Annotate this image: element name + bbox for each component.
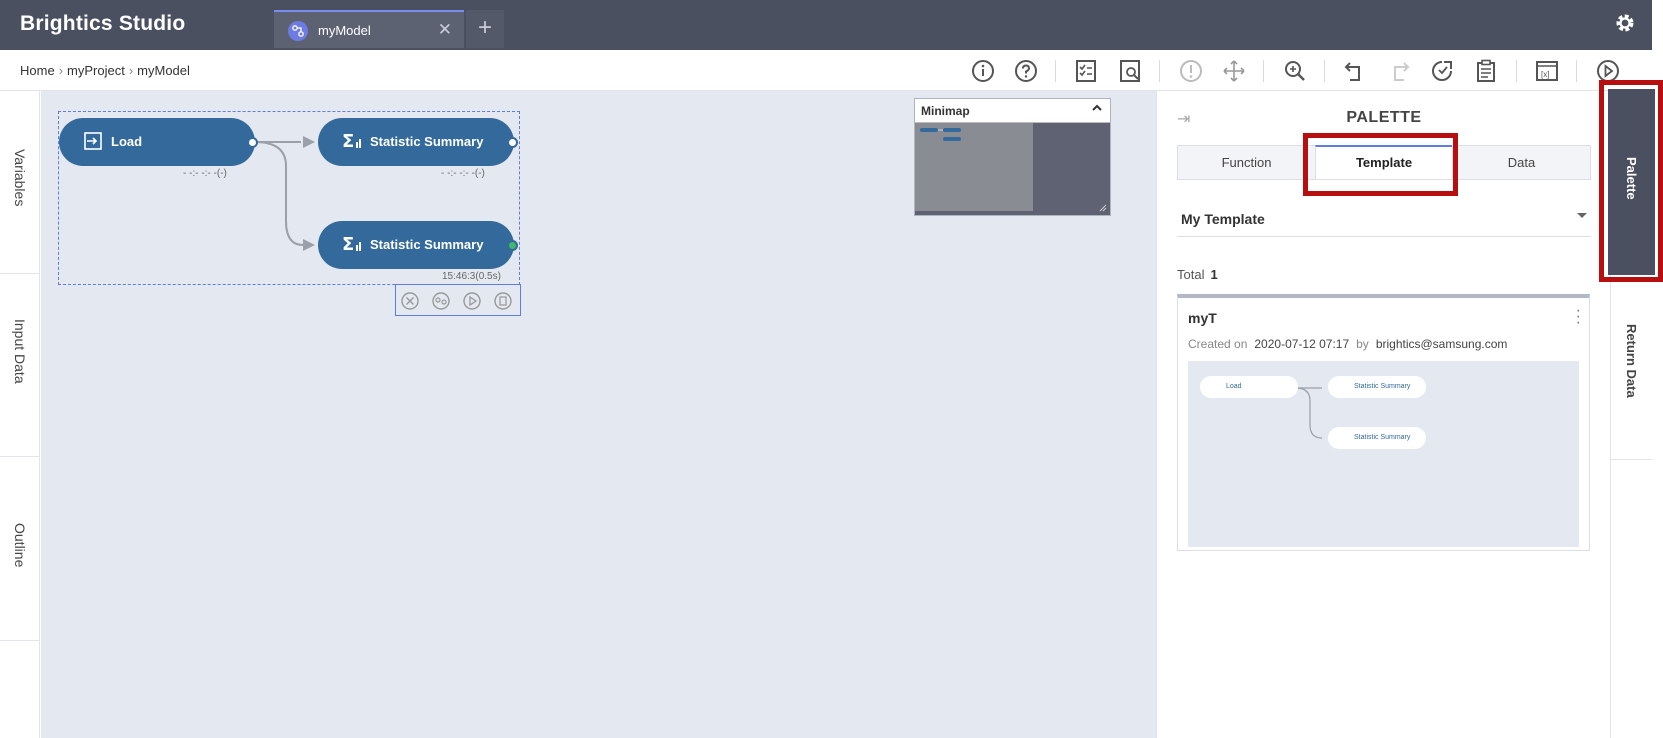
node-status: - -:- -:- -(-) xyxy=(183,168,227,179)
variables-window-icon[interactable]: [x] xyxy=(1534,58,1560,84)
delete-icon[interactable] xyxy=(493,291,513,311)
move-icon[interactable] xyxy=(1221,58,1247,84)
link-icon[interactable] xyxy=(431,291,451,311)
preview-node-statistic-summary: Statistic Summary xyxy=(1328,376,1426,398)
clipboard-icon[interactable] xyxy=(1473,58,1499,84)
close-icon[interactable]: ✕ xyxy=(438,20,452,40)
validate-icon[interactable] xyxy=(1178,58,1204,84)
breadcrumb-home[interactable]: Home xyxy=(20,63,55,78)
minimap-viewport[interactable] xyxy=(915,123,1033,211)
preview-node-statistic-summary: Statistic Summary xyxy=(1328,427,1426,449)
sigma-icon: Σ xyxy=(342,234,361,254)
minimap[interactable]: Minimap xyxy=(914,98,1111,216)
node-statistic-summary[interactable]: Σ Statistic Summary xyxy=(318,118,518,166)
palette-title: PALETTE xyxy=(1346,109,1422,126)
dropdown-value: My Template xyxy=(1181,211,1265,227)
chevron-up-icon[interactable] xyxy=(1090,101,1104,120)
output-port-success[interactable] xyxy=(507,240,518,251)
resize-handle-icon[interactable] xyxy=(1099,204,1107,212)
highlight-box xyxy=(1303,133,1458,196)
model-icon xyxy=(288,21,308,41)
node-label: Load xyxy=(111,134,143,149)
output-port[interactable] xyxy=(247,137,258,148)
chevron-down-icon xyxy=(1577,213,1587,218)
highlight-box xyxy=(1599,80,1663,282)
undo-icon[interactable] xyxy=(1342,58,1368,84)
breadcrumb-project[interactable]: myProject xyxy=(67,63,125,78)
load-icon xyxy=(84,132,102,150)
breadcrumb-model: myModel xyxy=(137,63,190,78)
app-logo: Brightics Studio xyxy=(20,12,186,35)
sigma-icon: Σ xyxy=(342,131,361,151)
zoom-icon[interactable] xyxy=(1282,58,1308,84)
minimap-title: Minimap xyxy=(921,104,970,118)
svg-text:[x]: [x] xyxy=(1541,70,1549,79)
top-bar: Brightics Studio myModel ✕ + xyxy=(0,0,1652,50)
tab-return-data[interactable]: Return Data xyxy=(1610,280,1652,460)
template-card[interactable]: myT · · · Created on 2020-07-12 07:17 by brig… xyxy=(1177,294,1590,551)
minimap-header: Minimap xyxy=(915,99,1110,123)
tab-outline[interactable]: Outline xyxy=(0,457,40,641)
template-meta: Created on 2020-07-12 07:17 by brightics@sa… xyxy=(1188,337,1508,351)
node-run-time: 15:46:3(0.5s) xyxy=(442,271,501,282)
add-tab-button[interactable]: + xyxy=(466,10,504,48)
model-canvas[interactable]: Load - -:- -:- -(-) Σ Statistic Summary … xyxy=(41,91,1156,738)
created-date: 2020-07-12 07:17 xyxy=(1254,337,1350,351)
node-label: Statistic Summary xyxy=(370,134,484,149)
tab-mymodel[interactable]: myModel ✕ xyxy=(274,10,464,48)
tab-function[interactable]: Function xyxy=(1177,145,1316,180)
output-port[interactable] xyxy=(507,137,518,148)
checklist-icon[interactable] xyxy=(1073,58,1099,84)
author: brightics@samsung.com xyxy=(1375,337,1508,351)
node-statistic-summary[interactable]: Σ Statistic Summary xyxy=(318,221,518,269)
svg-text:Σ: Σ xyxy=(342,234,354,254)
help-icon[interactable] xyxy=(1013,58,1039,84)
play-icon[interactable] xyxy=(462,291,482,311)
stop-icon[interactable] xyxy=(400,291,420,311)
palette-panel: ⇥ PALETTE Function Template Data My Temp… xyxy=(1156,91,1610,738)
tab-variables[interactable]: Variables xyxy=(0,91,40,274)
redo-icon[interactable] xyxy=(1386,58,1412,84)
gear-icon[interactable] xyxy=(1612,10,1638,41)
run-history-icon[interactable] xyxy=(1429,58,1455,84)
template-preview: Load Statistic Summary Statistic Summary xyxy=(1188,361,1579,547)
node-status: - -:- -:- -(-) xyxy=(441,168,485,179)
node-action-bar xyxy=(395,284,521,316)
node-load[interactable]: Load xyxy=(59,118,258,166)
left-side-panel: Variables Input Data Outline xyxy=(0,91,40,738)
template-name: myT xyxy=(1188,310,1217,326)
node-label: Statistic Summary xyxy=(370,237,484,252)
svg-text:Σ: Σ xyxy=(342,131,354,151)
template-dropdown[interactable]: My Template xyxy=(1177,199,1591,237)
tab-data[interactable]: Data xyxy=(1452,145,1591,180)
total-count: Total 1 xyxy=(1177,267,1218,282)
tab-label: myModel xyxy=(318,23,371,38)
preview-node-load: Load xyxy=(1200,376,1298,398)
more-options-icon[interactable]: · · · xyxy=(1576,303,1581,331)
tab-input-data[interactable]: Input Data xyxy=(0,274,40,457)
breadcrumb: Home › myProject › myModel xyxy=(20,63,190,78)
toolbar: Home › myProject › myModel [x] xyxy=(0,50,1652,91)
report-icon[interactable] xyxy=(1117,58,1143,84)
info-icon[interactable] xyxy=(970,58,996,84)
